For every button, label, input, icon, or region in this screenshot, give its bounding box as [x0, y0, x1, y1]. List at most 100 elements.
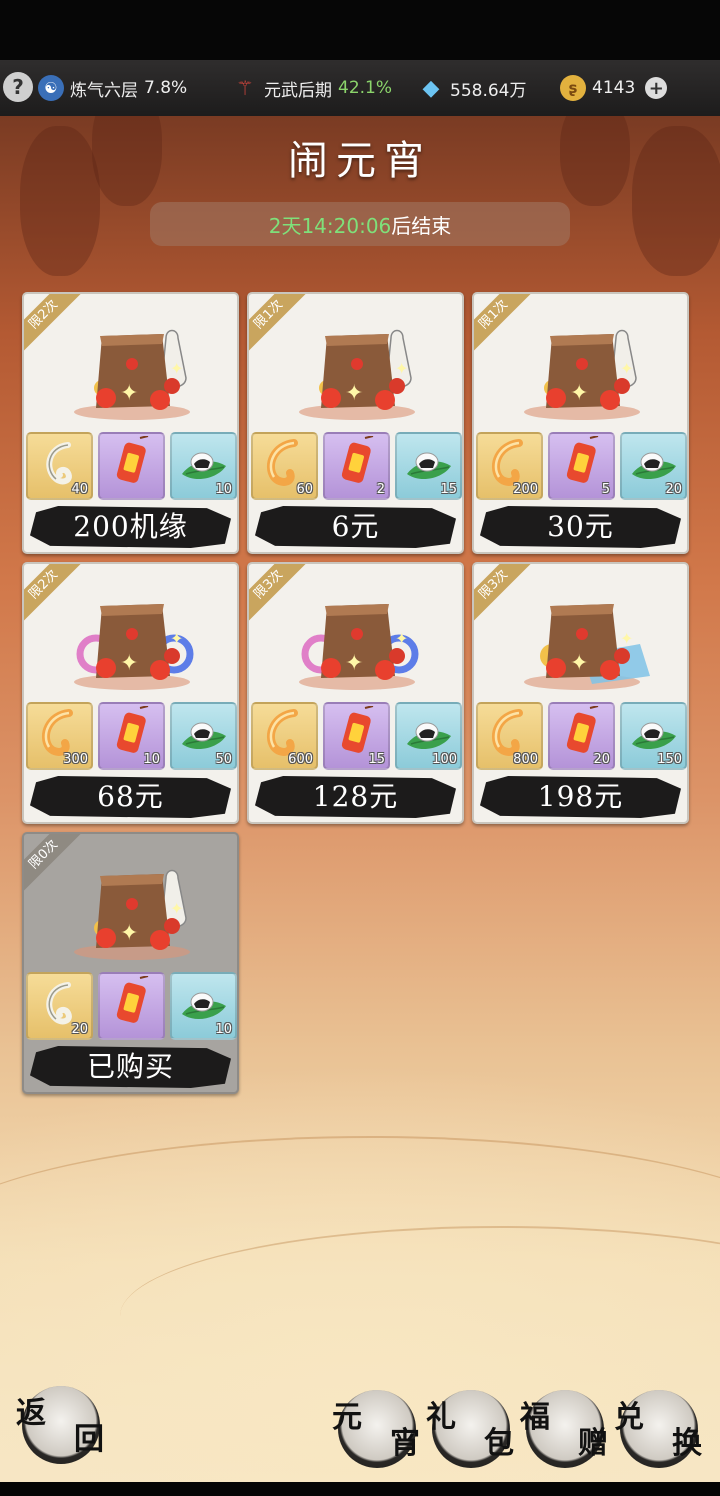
gift-pack-card[interactable]: 限1次 ✦ ✦ 60 2 15 6元	[247, 292, 464, 554]
reward-items: 600 15 100	[251, 702, 462, 770]
coin-stat[interactable]: ʂ 4143 +	[560, 60, 668, 116]
back-button[interactable]: 返 回	[16, 1386, 104, 1464]
reward-quantity: 100	[432, 752, 457, 767]
buy-price-button[interactable]: 30元	[480, 506, 681, 548]
reward-item[interactable]: 300	[26, 702, 93, 770]
status-bar: ? ☯ 炼气六层 7.8% ⚚ 元武后期 42.1% ◆ 558.64万 ʂ 4…	[0, 60, 720, 116]
reward-item[interactable]: 50	[170, 702, 237, 770]
reward-item[interactable]: 600	[251, 702, 318, 770]
buy-price-button[interactable]: 128元	[255, 776, 456, 818]
reward-quantity: 800	[513, 752, 538, 767]
reward-quantity: 5	[601, 482, 610, 497]
cultivation-pct: 7.8%	[144, 78, 188, 98]
reward-quantity: 10	[215, 1022, 232, 1037]
gift-pack-card-sold[interactable]: 限0次 ✦ ✦ 20 10 已购买	[22, 832, 239, 1094]
svg-text:✦: ✦	[620, 359, 633, 378]
svg-text:✦: ✦	[570, 381, 588, 406]
gift-pack-card[interactable]: 限3次 ✦ ✦ 600 15 100 128元	[247, 562, 464, 824]
gift-char-2: 包	[484, 1426, 514, 1461]
reward-item[interactable]: 5	[548, 432, 615, 500]
reward-item[interactable]	[98, 972, 165, 1040]
lantern-icon	[335, 435, 379, 496]
reward-quantity: 20	[593, 752, 610, 767]
svg-text:✦: ✦	[170, 629, 183, 648]
add-coins-button[interactable]: +	[645, 77, 668, 99]
svg-text:✦: ✦	[345, 651, 363, 676]
reward-quantity: 600	[288, 752, 313, 767]
buy-price-button[interactable]: 6元	[255, 506, 456, 548]
reward-quantity: 50	[215, 752, 232, 767]
reward-item[interactable]: 10	[170, 432, 237, 500]
martial-name: 元武后期	[264, 80, 332, 101]
help-button[interactable]: ?	[3, 72, 33, 102]
reward-item[interactable]: 800	[476, 702, 543, 770]
lantern-icon	[110, 975, 154, 1036]
reward-item[interactable]: 60	[251, 432, 318, 500]
martial-stat[interactable]: ⚚ 元武后期 42.1%	[232, 60, 392, 116]
crystal-stat[interactable]: ◆ 558.64万	[418, 60, 527, 116]
countdown-suffix: 后结束	[391, 213, 452, 238]
reward-item[interactable]: 40	[26, 432, 93, 500]
blessing-char-2: 赠	[578, 1426, 608, 1461]
event-panel: 闹元宵 2天14:20:06 后结束 限2次 ✦ ✦ 40 10 200机缘 限1次 ✦ ✦ 60…	[0, 116, 720, 1482]
top-black-band	[0, 0, 720, 60]
martial-sword-icon: ⚚	[236, 76, 254, 100]
gift-pack-card[interactable]: 限2次 ✦ ✦ 300 10 50 68元	[22, 562, 239, 824]
reward-item[interactable]: 10	[98, 702, 165, 770]
reward-quantity: 20	[71, 1022, 88, 1037]
reward-items: 300 10 50	[26, 702, 237, 770]
blessing-tab-button[interactable]: 福 赠	[520, 1390, 608, 1468]
buy-price-button[interactable]: 198元	[480, 776, 681, 818]
gift-bag-icon: ✦ ✦	[512, 584, 652, 694]
reward-item[interactable]: 20	[26, 972, 93, 1040]
reward-item[interactable]: 15	[395, 432, 462, 500]
gold-coin-icon: ʂ	[560, 75, 586, 101]
taiji-icon: ☯	[38, 75, 64, 101]
reward-item[interactable]: 100	[395, 702, 462, 770]
buy-price-button[interactable]: 200机缘	[30, 506, 231, 548]
svg-text:✦: ✦	[120, 381, 138, 406]
cultivation-stat[interactable]: ☯ 炼气六层 7.8%	[38, 60, 187, 116]
lantern-icon	[560, 435, 604, 496]
svg-text:✦: ✦	[170, 359, 183, 378]
gift-bag-icon: ✦ ✦	[512, 314, 652, 424]
gift-pack-tab-button[interactable]: 礼 包	[426, 1390, 514, 1468]
reward-items: 20 10	[26, 972, 237, 1040]
reward-item[interactable]: 20	[620, 432, 687, 500]
svg-text:✦: ✦	[345, 381, 363, 406]
reward-item[interactable]: 2	[323, 432, 390, 500]
reward-quantity: 15	[440, 482, 457, 497]
reward-quantity: 150	[657, 752, 682, 767]
reward-item[interactable]: 200	[476, 432, 543, 500]
reward-items: 800 20 150	[476, 702, 687, 770]
crystal-icon: ◆	[422, 75, 440, 101]
gift-pack-card[interactable]: 限3次 ✦ ✦ 800 20 150 198元	[472, 562, 689, 824]
gift-bag-icon: ✦ ✦	[287, 314, 427, 424]
exchange-tab-button[interactable]: 兑 换	[614, 1390, 702, 1468]
crystal-count: 558.64万	[450, 80, 527, 101]
purchased-label: 已购买	[30, 1046, 231, 1088]
gift-pack-card[interactable]: 限1次 ✦ ✦ 200 5 20 30元	[472, 292, 689, 554]
reward-items: 40 10	[26, 432, 237, 500]
svg-text:✦: ✦	[170, 899, 183, 918]
reward-item[interactable]: 10	[170, 972, 237, 1040]
back-char-2: 回	[74, 1422, 104, 1457]
martial-pct: 42.1%	[338, 78, 393, 98]
reward-quantity: 200	[513, 482, 538, 497]
buy-price-button[interactable]: 68元	[30, 776, 231, 818]
reward-quantity: 2	[376, 482, 385, 497]
yuanxiao-tab-button[interactable]: 元 宵	[332, 1390, 420, 1468]
svg-text:✦: ✦	[395, 629, 408, 648]
reward-items: 200 5 20	[476, 432, 687, 500]
back-char-1: 返	[16, 1396, 46, 1431]
gift-pack-card[interactable]: 限2次 ✦ ✦ 40 10 200机缘	[22, 292, 239, 554]
reward-item[interactable]	[98, 432, 165, 500]
reward-quantity: 10	[143, 752, 160, 767]
reward-item[interactable]: 20	[548, 702, 615, 770]
reward-quantity: 40	[71, 482, 88, 497]
reward-item[interactable]: 150	[620, 702, 687, 770]
lantern-icon	[110, 435, 154, 496]
gift-bag-icon: ✦ ✦	[62, 584, 202, 694]
svg-text:✦: ✦	[120, 651, 138, 676]
reward-item[interactable]: 15	[323, 702, 390, 770]
